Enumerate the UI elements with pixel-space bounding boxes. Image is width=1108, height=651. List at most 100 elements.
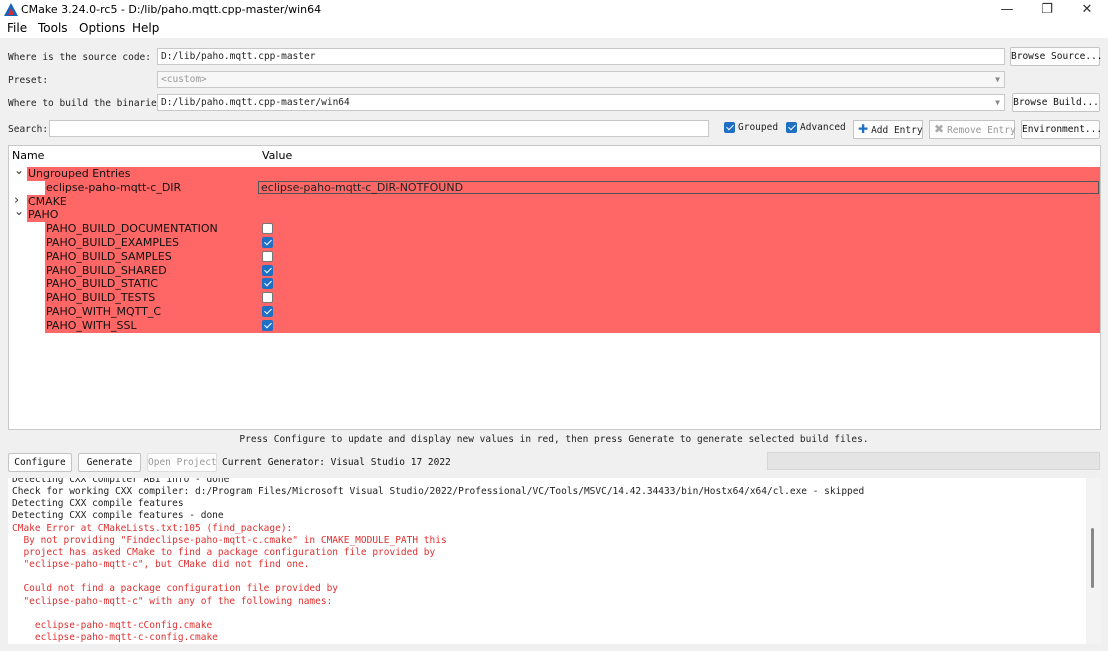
grouped-toggle[interactable]: Grouped <box>724 121 778 134</box>
preset-value: <custom> <box>161 74 207 85</box>
advanced-checkbox[interactable] <box>786 122 797 133</box>
info-text: Press Configure to update and display ne… <box>239 434 869 445</box>
menu-help[interactable]: Help <box>132 21 159 35</box>
source-path-input[interactable]: D:/lib/paho.mqtt.cpp-master <box>157 48 1005 65</box>
tree-entry-row[interactable]: PAHO_BUILD_TESTS <box>9 291 1100 306</box>
build-path-value: D:/lib/paho.mqtt.cpp-master/win64 <box>161 97 350 108</box>
entry-name: PAHO <box>28 208 59 222</box>
cmake-logo-icon <box>4 3 18 16</box>
open-project-button[interactable]: Open Project <box>147 453 217 472</box>
build-label: Where to build the binaries: <box>8 98 169 109</box>
tree-entry-row[interactable]: PAHO_WITH_SSL <box>9 318 1100 333</box>
entry-checkbox[interactable] <box>262 223 273 235</box>
tree-entry-row[interactable]: PAHO_WITH_MQTT_C <box>9 305 1100 319</box>
changed-highlight <box>45 249 1100 264</box>
advanced-toggle[interactable]: Advanced <box>786 121 846 134</box>
tree-entry-row[interactable]: PAHO_BUILD_DOCUMENTATION <box>9 222 1100 237</box>
menu-options[interactable]: Options <box>79 21 125 35</box>
tree-group-row[interactable]: ⌄ PAHO <box>9 204 1100 223</box>
chevron-down-icon[interactable]: ⌄ <box>14 163 24 177</box>
entry-checkbox[interactable] <box>262 319 273 331</box>
progress-bar <box>767 452 1100 470</box>
changed-highlight <box>27 208 1100 223</box>
search-input[interactable] <box>49 120 709 137</box>
browse-build-button[interactable]: Browse Build... <box>1012 93 1100 112</box>
log-line: Detecting CXX compile features <box>12 498 184 510</box>
advanced-label: Advanced <box>800 122 846 133</box>
entry-name: PAHO_BUILD_DOCUMENTATION <box>46 222 218 236</box>
entry-name: eclipse-paho-mqtt-c_DIR <box>46 180 182 194</box>
changed-highlight <box>45 277 1100 292</box>
entry-name: PAHO_BUILD_EXAMPLES <box>46 236 180 249</box>
log-error-line: "eclipse-paho-mqtt-c" with any of the fo… <box>12 595 333 607</box>
changed-highlight <box>27 167 1100 181</box>
log-error-line: eclipse-paho-mqtt-c-config.cmake <box>12 631 218 643</box>
entry-checkbox[interactable] <box>262 278 273 290</box>
browse-source-button[interactable]: Browse Source... <box>1010 47 1103 66</box>
plus-icon: ✚ <box>858 122 869 136</box>
scrollbar-thumb[interactable] <box>1091 528 1094 588</box>
entry-name: PAHO_WITH_SSL <box>46 318 137 332</box>
build-path-input[interactable]: D:/lib/paho.mqtt.cpp-master/win64 ▼ <box>157 94 1005 111</box>
remove-entry-label: Remove Entry <box>947 125 1016 136</box>
add-entry-label: Add Entry <box>871 125 923 136</box>
entry-name: PAHO_BUILD_SAMPLES <box>46 249 172 263</box>
tree-entry-row[interactable]: PAHO_BUILD_EXAMPLES <box>9 236 1100 250</box>
log-error-line: By not providing "Findeclipse-paho-mqtt-… <box>12 534 447 546</box>
window-title: CMake 3.24.0-rc5 - D:/lib/paho.mqtt.cpp-… <box>21 3 322 16</box>
add-entry-button[interactable]: ✚ Add Entry <box>853 120 923 139</box>
changed-highlight <box>45 305 1100 319</box>
log-error-line: "eclipse-paho-mqtt-c", but CMake did not… <box>12 559 310 571</box>
tree-group-row[interactable]: ⌄ Ungrouped Entries <box>9 163 1100 181</box>
source-label: Where is the source code: <box>8 52 151 63</box>
chevron-down-icon: ▼ <box>995 75 1000 84</box>
menu-tools[interactable]: Tools <box>38 21 68 35</box>
entry-checkbox[interactable] <box>262 250 273 262</box>
tree-entry-row[interactable]: eclipse-paho-mqtt-c_DIR eclipse-paho-mqtt… <box>9 180 1100 195</box>
entry-name: PAHO_BUILD_SHARED <box>46 263 167 277</box>
entry-checkbox[interactable] <box>262 292 273 304</box>
preset-select: <custom> ▼ <box>157 71 1005 88</box>
log-line: Detecting CXX compiler ABI info - done <box>12 478 230 485</box>
menu-file[interactable]: File <box>7 21 27 35</box>
entry-value-input[interactable]: eclipse-paho-mqtt-c_DIR-NOTFOUND <box>258 180 1099 194</box>
chevron-down-icon[interactable]: ▼ <box>995 95 1000 110</box>
title-bar: CMake 3.24.0-rc5 - D:/lib/paho.mqtt.cpp-… <box>0 0 1108 20</box>
tree-entry-row[interactable]: PAHO_BUILD_SHARED <box>9 263 1100 278</box>
log-error-line: project has asked CMake to find a packag… <box>12 546 436 558</box>
chevron-down-icon[interactable]: ⌄ <box>14 204 24 218</box>
entry-name: Ungrouped Entries <box>28 167 131 180</box>
configure-button[interactable]: Configure <box>8 453 72 472</box>
output-scrollbar[interactable] <box>1086 478 1101 644</box>
cache-tree[interactable]: Name Value ⌄ Ungrouped Entries eclipse-pah… <box>8 145 1101 430</box>
entry-name: PAHO_WITH_MQTT_C <box>46 305 162 318</box>
log-line: Check for working CXX compiler: d:/Progr… <box>12 486 865 498</box>
close-button[interactable]: ✕ <box>1067 0 1107 20</box>
output-log[interactable]: Detecting CXX compiler ABI info - done Ch… <box>8 478 1086 644</box>
entry-checkbox[interactable] <box>262 306 273 317</box>
column-value-header[interactable]: Value <box>262 149 292 162</box>
log-line: Detecting CXX compile features - done <box>12 510 224 522</box>
minimize-button[interactable]: — <box>987 0 1027 20</box>
entry-checkbox[interactable] <box>262 237 273 248</box>
entry-checkbox[interactable] <box>262 264 273 276</box>
log-error-line: eclipse-paho-mqtt-cConfig.cmake <box>12 619 213 631</box>
search-label: Search: <box>8 124 49 135</box>
current-generator-label: Current Generator: Visual Studio 17 2022 <box>222 457 451 468</box>
grouped-checkbox[interactable] <box>724 122 735 133</box>
entry-name: PAHO_BUILD_STATIC <box>46 277 158 291</box>
maximize-button[interactable]: ❐ <box>1027 0 1067 20</box>
entry-name: CMAKE <box>28 194 67 208</box>
log-error-line: CMake Error at CMakeLists.txt:105 (find_… <box>12 522 293 534</box>
generate-button[interactable]: Generate <box>78 453 141 472</box>
remove-entry-button[interactable]: ✖ Remove Entry <box>929 120 1016 139</box>
tree-entry-row[interactable]: PAHO_BUILD_STATIC <box>9 277 1100 292</box>
environment-button[interactable]: Environment... <box>1021 120 1102 139</box>
column-name-header[interactable]: Name <box>12 149 44 162</box>
changed-highlight <box>27 194 1100 209</box>
log-error-line: Could not find a package configuration f… <box>12 583 339 595</box>
menu-bar: File Tools Options Help <box>0 20 1108 38</box>
grouped-label: Grouped <box>738 122 779 133</box>
tree-entry-row[interactable]: PAHO_BUILD_SAMPLES <box>9 249 1100 264</box>
tree-group-row[interactable]: › CMAKE <box>9 193 1100 209</box>
